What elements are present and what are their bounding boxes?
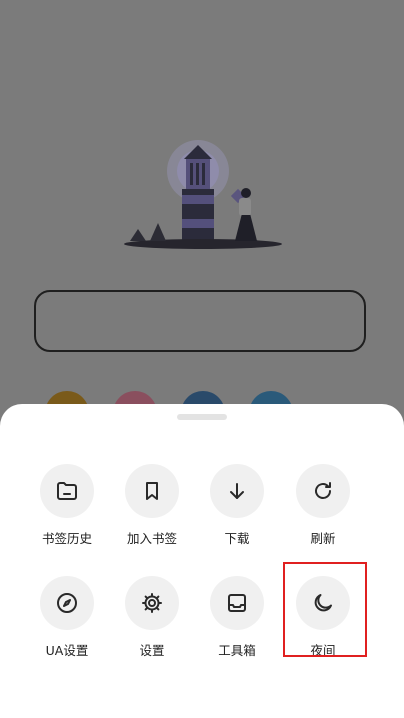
menu-item-label: 下载: [224, 531, 250, 546]
highlight-box: [283, 562, 367, 657]
menu-item-label: 加入书签: [126, 531, 177, 546]
drag-handle[interactable]: [177, 414, 227, 420]
menu-item-download[interactable]: 下载: [195, 464, 279, 554]
folder-icon: [57, 482, 77, 500]
menu-item-label: 设置: [139, 643, 165, 658]
menu-item-ua-settings[interactable]: UA设置: [25, 576, 109, 666]
inbox-icon: [228, 594, 246, 612]
menu-item-bookmark-history[interactable]: 书签历史: [25, 464, 109, 554]
menu-item-add-bookmark[interactable]: 加入书签: [110, 464, 194, 554]
menu-item-settings[interactable]: 设置: [110, 576, 194, 666]
refresh-icon: [315, 482, 331, 499]
gear-icon: [142, 593, 162, 613]
lighthouse-illustration: [118, 135, 288, 255]
bookmark-icon: [146, 482, 158, 500]
menu-item-label: UA设置: [45, 643, 89, 658]
bottom-sheet-menu: 书签历史 加入书签 下载 刷新 UA设置 设置 工具箱 夜间: [0, 404, 404, 718]
menu-item-label: 书签历史: [41, 531, 92, 546]
menu-item-label: 刷新: [310, 531, 336, 546]
menu-item-toolbox[interactable]: 工具箱: [195, 576, 279, 666]
search-input[interactable]: [34, 290, 366, 352]
menu-item-label: 工具箱: [218, 643, 256, 658]
compass-icon: [57, 593, 77, 613]
menu-item-refresh[interactable]: 刷新: [281, 464, 365, 554]
download-icon: [230, 483, 244, 499]
